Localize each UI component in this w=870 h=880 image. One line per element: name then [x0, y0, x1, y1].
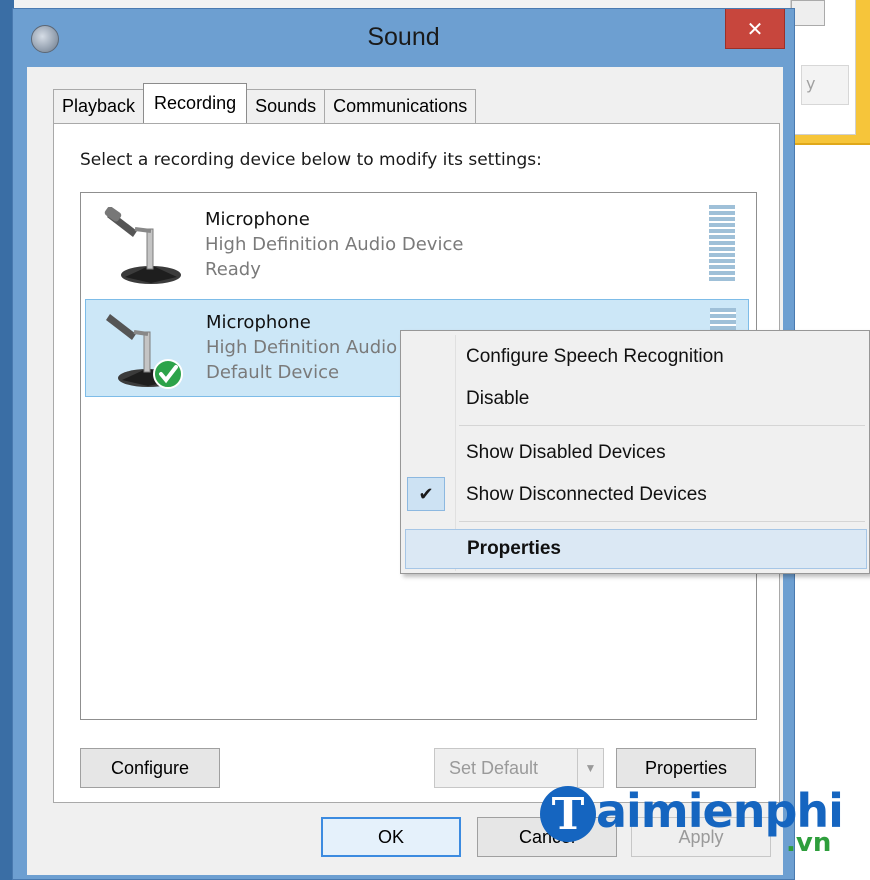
watermark-domain: .vn [786, 828, 832, 858]
device-status: Ready [205, 259, 261, 280]
ok-button[interactable]: OK [321, 817, 461, 857]
checkmark-icon: ✔ [407, 477, 445, 511]
watermark-logo: T aimienphi .vn [540, 782, 870, 862]
background-window-panel: y [790, 0, 856, 135]
menu-separator [459, 425, 865, 426]
tab-recording[interactable]: Recording [143, 83, 248, 123]
level-meter [710, 308, 736, 330]
level-meter [709, 205, 735, 281]
background-window: y [790, 0, 870, 145]
menu-item-label: Configure Speech Recognition [466, 346, 724, 367]
device-name: Microphone [206, 312, 311, 333]
set-default-label: Set Default [449, 757, 539, 778]
title-bar[interactable]: Sound [13, 9, 794, 69]
menu-item-show-disabled[interactable]: Show Disabled Devices [405, 433, 867, 473]
tab-playback[interactable]: Playback [53, 89, 145, 123]
list-item[interactable]: Microphone High Definition Audio Device … [85, 197, 749, 295]
menu-item-label: Show Disabled Devices [466, 442, 666, 463]
menu-item-label: Show Disconnected Devices [466, 484, 707, 505]
close-button[interactable]: ✕ [725, 9, 785, 49]
microphone-default-icon [106, 314, 183, 389]
microphone-icon [104, 207, 181, 284]
device-name: Microphone [205, 209, 310, 230]
menu-item-disable[interactable]: Disable [405, 379, 867, 419]
device-description: High Definition Audio Device [205, 234, 464, 255]
menu-item-label: Properties [467, 538, 561, 559]
watermark-badge: T [540, 786, 596, 842]
device-description: High Definition Audio [206, 337, 398, 358]
menu-item-configure-speech[interactable]: Configure Speech Recognition [405, 337, 867, 377]
device-status: Default Device [206, 362, 340, 383]
menu-item-show-disconnected[interactable]: ✔ Show Disconnected Devices [405, 475, 867, 515]
context-menu: Configure Speech Recognition Disable Sho… [400, 330, 870, 574]
window-title: Sound [367, 23, 440, 51]
menu-separator [459, 521, 865, 522]
tab-sounds[interactable]: Sounds [246, 89, 326, 123]
instructions-text: Select a recording device below to modif… [80, 150, 542, 170]
configure-button[interactable]: Configure [80, 748, 220, 788]
menu-item-properties[interactable]: Properties [405, 529, 867, 569]
background-window-button [791, 0, 825, 26]
background-window-field: y [801, 65, 849, 105]
menu-item-label: Disable [466, 388, 530, 409]
tab-strip: Playback Recording Sounds Communications [53, 83, 477, 123]
tab-communications[interactable]: Communications [324, 89, 477, 123]
